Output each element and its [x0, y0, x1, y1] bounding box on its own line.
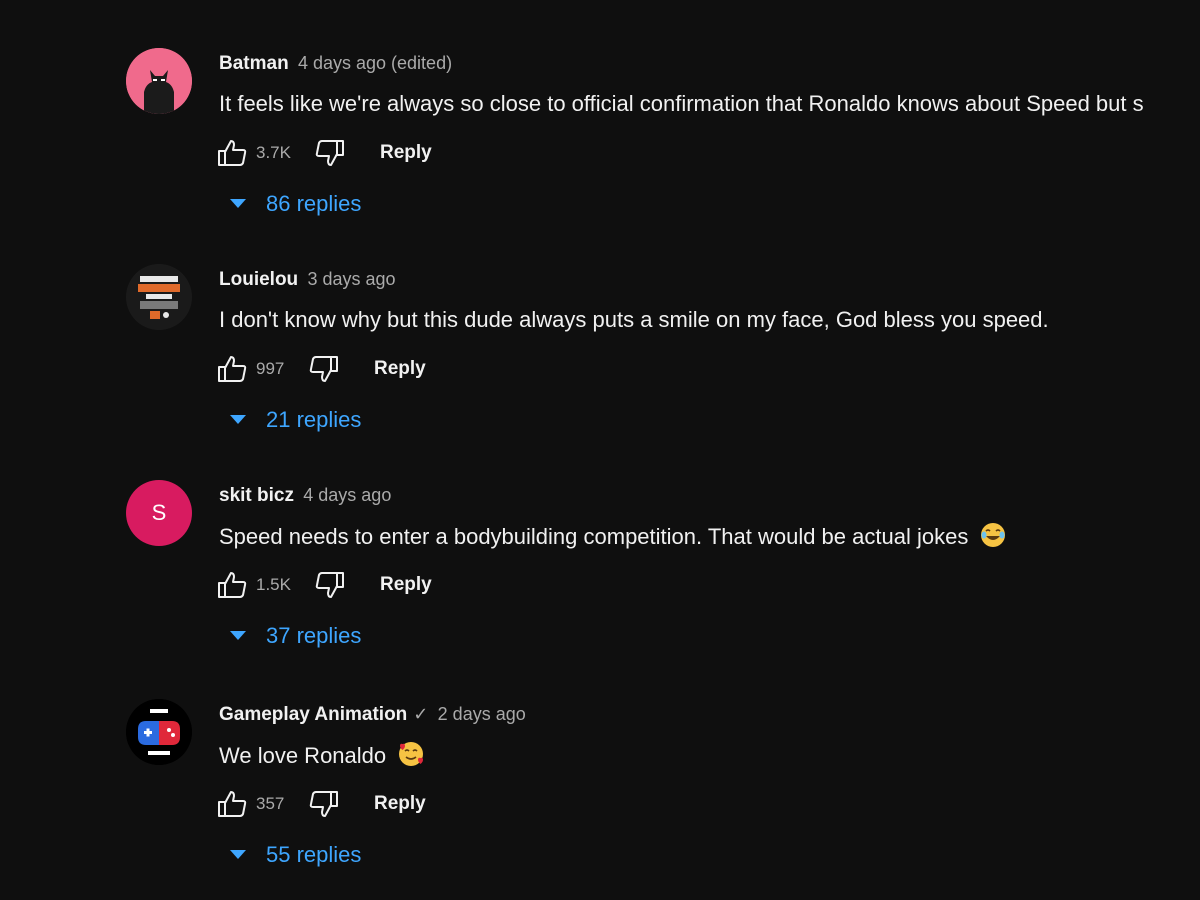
comment-thread: Batman 4 days ago (edited) It feels like… [0, 48, 1200, 248]
like-count: 1.5K [256, 575, 291, 594]
like-button[interactable]: 997 [216, 353, 296, 385]
comment-time[interactable]: 2 days ago [438, 704, 526, 724]
channel-logo-avatar-icon [126, 264, 192, 330]
reply-button[interactable]: Reply [374, 358, 426, 380]
avatar[interactable] [126, 48, 192, 114]
comment-body: I don't know why but this dude always pu… [219, 307, 1049, 332]
comment-header: Louielou 3 days ago [219, 268, 396, 291]
comment-body: Speed needs to enter a bodybuilding comp… [219, 524, 969, 549]
view-replies-button[interactable]: 21 replies [230, 407, 361, 433]
dislike-button[interactable] [308, 353, 340, 385]
author-name[interactable]: Batman [219, 53, 289, 74]
comment-header: Batman 4 days ago (edited) [219, 52, 452, 75]
thumbs-up-icon [218, 572, 247, 598]
comment-text: It feels like we're always so close to o… [219, 90, 1144, 118]
thumbs-down-icon [309, 791, 338, 817]
reply-button[interactable]: Reply [380, 142, 432, 164]
like-count: 3.7K [256, 143, 291, 162]
comment-text: I don't know why but this dude always pu… [219, 306, 1049, 334]
comment-body: It feels like we're always so close to o… [219, 91, 1144, 116]
like-count: 357 [256, 794, 285, 813]
like-button[interactable]: 357 [216, 788, 296, 820]
gamepad-avatar-icon [126, 699, 192, 765]
comment-actions: 1.5K Reply [216, 568, 432, 602]
author-name[interactable]: Louielou [219, 269, 298, 290]
comment-text: We love Ronaldo [219, 741, 424, 770]
thumbs-down-icon [315, 572, 344, 598]
smiling-hearts-emoji [399, 742, 424, 766]
dislike-button[interactable] [314, 569, 346, 601]
view-replies-button[interactable]: 86 replies [230, 191, 361, 217]
caret-down-icon [230, 850, 246, 859]
comment-actions: 357 Reply [216, 787, 426, 821]
comment-header: Gameplay Animation ✓ 2 days ago [219, 703, 526, 726]
view-replies-button[interactable]: 55 replies [230, 842, 361, 868]
comment-body: We love Ronaldo [219, 743, 387, 768]
reply-button[interactable]: Reply [374, 793, 426, 815]
caret-down-icon [230, 415, 246, 424]
thumbs-up-icon [218, 791, 247, 817]
reply-button[interactable]: Reply [380, 574, 432, 596]
batman-avatar-icon [126, 48, 192, 114]
thumbs-up-icon [218, 140, 247, 166]
avatar[interactable]: S [126, 480, 192, 546]
caret-down-icon [230, 199, 246, 208]
comment-time[interactable]: 4 days ago [303, 485, 391, 505]
like-count: 997 [256, 359, 285, 378]
avatar[interactable] [126, 264, 192, 330]
comment-thread: S skit bicz 4 days ago Speed needs to en… [0, 480, 1200, 680]
view-replies-button[interactable]: 37 replies [230, 623, 361, 649]
comments-section: Batman 4 days ago (edited) It feels like… [0, 0, 1200, 900]
thumbs-up-icon [218, 356, 247, 382]
caret-down-icon [230, 631, 246, 640]
dislike-button[interactable] [314, 137, 346, 169]
comment-thread: Gameplay Animation ✓ 2 days ago We love R… [0, 699, 1200, 899]
like-button[interactable]: 3.7K [216, 137, 296, 169]
replies-count: 21 replies [266, 407, 362, 432]
dislike-button[interactable] [308, 788, 340, 820]
thumbs-down-icon [315, 140, 344, 166]
replies-count: 55 replies [266, 842, 362, 867]
laughing-tears-emoji [981, 523, 1006, 547]
comment-actions: 997 Reply [216, 352, 426, 386]
like-button[interactable]: 1.5K [216, 569, 296, 601]
comment-text: Speed needs to enter a bodybuilding comp… [219, 522, 1006, 551]
comment-thread: Louielou 3 days ago I don't know why but… [0, 264, 1200, 464]
comment-time[interactable]: 4 days ago (edited) [298, 53, 452, 73]
comment-actions: 3.7K Reply [216, 136, 432, 170]
thumbs-down-icon [309, 356, 338, 382]
replies-count: 37 replies [266, 623, 362, 648]
avatar-letter: S [151, 500, 167, 525]
comment-header: skit bicz 4 days ago [219, 484, 391, 507]
verified-check-icon: ✓ [413, 704, 429, 724]
comment-time[interactable]: 3 days ago [307, 269, 395, 289]
avatar[interactable] [126, 699, 192, 765]
author-name[interactable]: skit bicz [219, 485, 294, 506]
replies-count: 86 replies [266, 191, 362, 216]
author-name[interactable]: Gameplay Animation [219, 704, 407, 725]
